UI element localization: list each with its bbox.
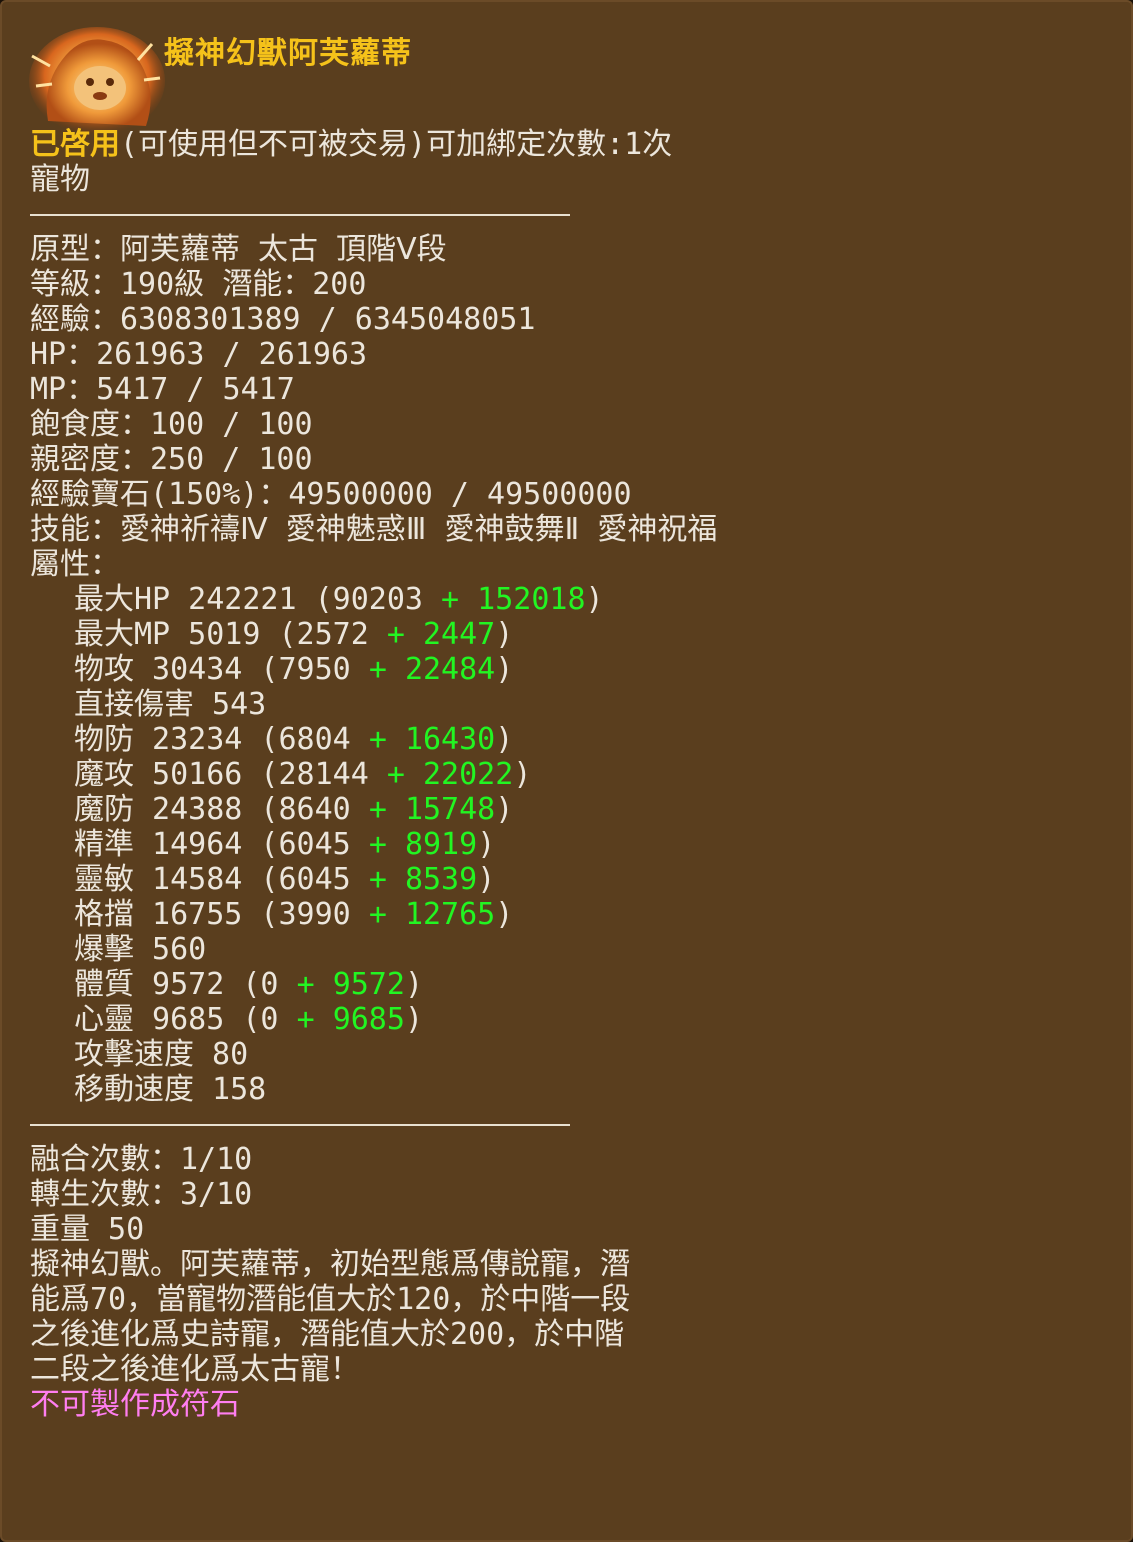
- attribute-row: 最大HP 242221 (90203 + 152018): [74, 582, 604, 617]
- attribute-plus: +: [441, 582, 478, 617]
- attribute-close: ): [477, 827, 496, 862]
- footer-line: 融合次數：1/10: [30, 1142, 253, 1177]
- attribute-close: ): [404, 1002, 423, 1037]
- attribute-plus: +: [368, 827, 405, 862]
- attribute-base: 格擋 16755 (3990: [74, 897, 369, 932]
- attribute-close: ): [495, 792, 514, 827]
- attribute-bonus: 22484: [404, 652, 496, 687]
- attribute-base: 攻擊速度 80: [74, 1037, 249, 1072]
- attribute-row: 物防 23234 (6804 + 16430): [74, 722, 513, 757]
- attribute-plus: +: [368, 897, 405, 932]
- bind-status-line: 已啓用(可使用但不可被交易)可加綁定次數:1次: [30, 127, 672, 162]
- footer-line: 之後進化爲史詩寵，潛能值大於200，於中階: [30, 1317, 625, 1352]
- attribute-close: ): [495, 617, 514, 652]
- footer-line: 轉生次數：3/10: [30, 1177, 253, 1212]
- info-line: 經驗：6308301389 / 6345048051: [30, 302, 536, 337]
- info-line: 親密度：250 / 100: [30, 442, 313, 477]
- attribute-bonus: 9572: [332, 967, 405, 1002]
- attribute-base: 精準 14964 (6045: [74, 827, 369, 862]
- info-line: 屬性：: [30, 547, 120, 582]
- attribute-base: 魔防 24388 (8640: [74, 792, 369, 827]
- rune-note: 不可製作成符石: [30, 1387, 240, 1422]
- attribute-plus: +: [368, 792, 405, 827]
- attribute-bonus: 152018: [477, 582, 586, 617]
- attribute-row: 爆擊 560: [74, 932, 206, 967]
- footer-line: 二段之後進化爲太古寵！: [30, 1352, 360, 1387]
- attribute-plus: +: [368, 862, 405, 897]
- attribute-close: ): [495, 897, 514, 932]
- divider: [30, 1124, 570, 1126]
- attribute-row: 直接傷害 543: [74, 687, 266, 722]
- attribute-plus: +: [296, 1002, 333, 1037]
- attribute-plus: +: [368, 652, 405, 687]
- attribute-row: 精準 14964 (6045 + 8919): [74, 827, 495, 862]
- attribute-row: 最大MP 5019 (2572 + 2447): [74, 617, 513, 652]
- item-name: 擬神幻獸阿芙蘿蒂: [164, 36, 412, 71]
- attribute-row: 攻擊速度 80: [74, 1037, 248, 1072]
- attribute-bonus: 22022: [423, 757, 514, 792]
- attribute-row: 格擋 16755 (3990 + 12765): [74, 897, 513, 932]
- attribute-base: 爆擊 560: [74, 932, 207, 967]
- item-category: 寵物: [30, 162, 90, 197]
- attribute-row: 魔攻 50166 (28144 + 22022): [74, 757, 531, 792]
- info-line: 飽食度：100 / 100: [30, 407, 313, 442]
- attribute-bonus: 16430: [404, 722, 496, 757]
- attribute-close: ): [585, 582, 604, 617]
- attribute-base: 靈敏 14584 (6045: [74, 862, 369, 897]
- attribute-row: 心靈 9685 (0 + 9685): [74, 1002, 423, 1037]
- info-line: 技能：愛神祈禱Ⅳ 愛神魅惑Ⅲ 愛神鼓舞Ⅱ 愛神祝福: [30, 512, 718, 547]
- attribute-close: ): [495, 652, 514, 687]
- attribute-base: 魔攻 50166 (28144: [74, 757, 387, 792]
- attribute-bonus: 12765: [404, 897, 496, 932]
- attribute-row: 物攻 30434 (7950 + 22484): [74, 652, 513, 687]
- info-line: 經驗寶石(150%)：49500000 / 49500000: [30, 477, 632, 512]
- attribute-row: 體質 9572 (0 + 9572): [74, 967, 423, 1002]
- attribute-plus: +: [386, 617, 423, 652]
- info-line: 原型：阿芙蘿蒂 太古 頂階Ⅴ段: [30, 232, 447, 267]
- attribute-bonus: 15748: [404, 792, 496, 827]
- footer-line: 擬神幻獸。阿芙蘿蒂，初始型態爲傳說寵，潛: [30, 1247, 630, 1282]
- attribute-bonus: 8539: [404, 862, 478, 897]
- attribute-base: 物防 23234 (6804: [74, 722, 369, 757]
- attribute-close: ): [404, 967, 423, 1002]
- attribute-base: 移動速度 158: [74, 1072, 267, 1107]
- divider: [30, 214, 570, 216]
- attribute-close: ): [477, 862, 496, 897]
- attribute-plus: +: [368, 722, 405, 757]
- attribute-row: 移動速度 158: [74, 1072, 266, 1107]
- info-line: MP：5417 / 5417: [30, 372, 295, 407]
- attribute-base: 體質 9572 (0: [74, 967, 297, 1002]
- item-tooltip: 擬神幻獸阿芙蘿蒂 已啓用(可使用但不可被交易)可加綁定次數:1次 寵物 原型：阿…: [0, 0, 1133, 1542]
- attribute-base: 物攻 30434 (7950: [74, 652, 369, 687]
- footer-line: 重量 50: [30, 1212, 145, 1247]
- footer-line: 能爲70，當寵物潛能值大於120，於中階一段: [30, 1282, 631, 1317]
- attribute-base: 直接傷害 543: [74, 687, 267, 722]
- attribute-row: 靈敏 14584 (6045 + 8539): [74, 862, 495, 897]
- fire-lion-pet-icon: [28, 26, 166, 136]
- attribute-base: 心靈 9685 (0: [74, 1002, 297, 1037]
- attribute-plus: +: [296, 967, 333, 1002]
- attribute-base: 最大MP 5019 (2572: [74, 617, 387, 652]
- attribute-close: ): [513, 757, 532, 792]
- info-line: HP：261963 / 261963: [30, 337, 368, 372]
- status-badge: 已啓用: [30, 127, 120, 162]
- attribute-bonus: 9685: [332, 1002, 405, 1037]
- attribute-bonus: 8919: [404, 827, 478, 862]
- info-line: 等級：190級 潛能：200: [30, 267, 367, 302]
- attribute-bonus: 2447: [423, 617, 496, 652]
- attribute-base: 最大HP 242221 (90203: [74, 582, 442, 617]
- attribute-row: 魔防 24388 (8640 + 15748): [74, 792, 513, 827]
- attribute-close: ): [495, 722, 514, 757]
- bind-info: (可使用但不可被交易)可加綁定次數:1次: [120, 127, 673, 162]
- attribute-plus: +: [386, 757, 423, 792]
